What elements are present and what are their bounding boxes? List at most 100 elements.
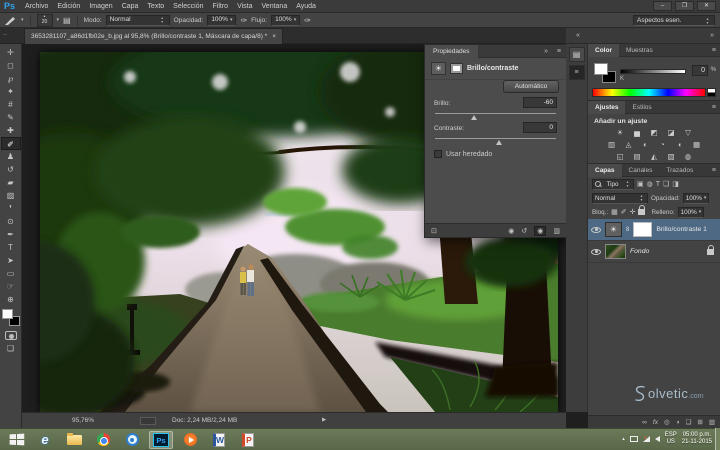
taskbar-file-explorer[interactable] <box>62 431 86 449</box>
new-adjustment-layer-icon[interactable]: ◑ <box>676 419 680 426</box>
tab-color[interactable]: Color <box>588 44 619 57</box>
display-tray-icon[interactable] <box>629 436 638 442</box>
dodge-tool[interactable]: ⊙ <box>1 215 21 228</box>
start-button[interactable] <box>4 431 28 449</box>
brightness-slider[interactable] <box>435 113 556 120</box>
menu-vista[interactable]: Vista <box>237 3 252 10</box>
quick-selection-tool[interactable]: ✦ <box>1 85 21 98</box>
menu-texto[interactable]: Texto <box>147 3 164 10</box>
adjustment-icon-posterize[interactable]: ▤ <box>632 152 643 162</box>
lock-position-icon[interactable]: ✛ <box>630 208 636 216</box>
tab-canales[interactable]: Canales <box>622 164 660 177</box>
adjustment-icon-curves[interactable]: ◩ <box>649 128 660 138</box>
blend-mode-select[interactable]: Normal ▴ ▾ <box>592 192 648 204</box>
filter-smart-objects-icon[interactable]: ◨ <box>672 180 679 188</box>
color-spectrum-ramp[interactable] <box>592 88 706 97</box>
status-options-arrow-icon[interactable]: ▶ <box>322 417 326 423</box>
tab-muestras[interactable]: Muestras <box>619 44 660 57</box>
layer-name[interactable]: Brillo/contraste 1 <box>656 226 707 233</box>
docked-panel-icon-1[interactable]: ▤ <box>568 47 585 62</box>
auto-button[interactable]: Automático <box>503 80 559 93</box>
layer-fill-select[interactable]: 100% ▾ <box>677 206 705 218</box>
crop-tool[interactable]: # <box>1 98 21 111</box>
brush-tool-icon[interactable] <box>4 15 17 26</box>
adjustment-icon-levels[interactable]: ▅ <box>632 128 643 138</box>
panel-menu-icon[interactable]: ≡ <box>712 167 716 174</box>
brush-preset-picker[interactable]: • 20 <box>36 13 53 27</box>
adjustment-icon-brightness-contrast[interactable]: ☀ <box>615 128 626 138</box>
taskbar-internet-explorer[interactable]: e <box>33 431 57 449</box>
adjustment-icon-exposure[interactable]: ◪ <box>666 128 677 138</box>
layer-row-brillo-contraste[interactable]: ☀ 8 Brillo/contraste 1 <box>588 219 720 241</box>
panel-menu-icon[interactable]: ≡ <box>712 104 716 111</box>
adjustment-icon-color-balance[interactable]: ◬ <box>623 140 634 150</box>
menu-seleccion[interactable]: Selección <box>173 3 203 10</box>
status-mini-field[interactable] <box>140 417 156 425</box>
use-legacy-checkbox[interactable] <box>434 150 442 158</box>
layer-filter-select[interactable]: Tipo ▴ ▾ <box>592 178 634 190</box>
volume-tray-icon[interactable] <box>654 436 660 442</box>
reset-adjustment-icon[interactable]: ↺ <box>521 227 527 235</box>
filter-shape-layers-icon[interactable]: ❑ <box>663 180 669 188</box>
layer-style-icon[interactable]: fx <box>653 419 658 426</box>
screen-mode-button[interactable]: ❏ <box>1 342 21 355</box>
clip-to-layer-icon[interactable]: ⊡ <box>431 227 437 235</box>
clone-stamp-tool[interactable]: ♟ <box>1 150 21 163</box>
lock-image-icon[interactable]: ✐ <box>621 208 627 216</box>
toggle-brush-panel-icon[interactable]: ▤ <box>63 16 71 25</box>
contrast-value[interactable]: 0 <box>523 122 557 133</box>
menu-capa[interactable]: Capa <box>122 3 139 10</box>
new-group-icon[interactable]: ❑ <box>686 418 692 426</box>
k-channel-slider[interactable] <box>620 69 686 74</box>
link-layers-icon[interactable]: ∞ <box>642 419 647 426</box>
adjustment-icon-hue-saturation[interactable]: ▥ <box>606 140 617 150</box>
panel-menu-icon[interactable]: ≡ <box>557 48 561 55</box>
airbrush-toggle-icon[interactable]: ✑ <box>304 16 311 25</box>
blur-tool[interactable]: ❜ <box>1 202 21 215</box>
tab-ajustes[interactable]: Ajustes <box>588 101 626 114</box>
hidden-icons-arrow[interactable]: ▴ <box>622 436 625 442</box>
panel-menu-icon[interactable]: ≡ <box>712 47 716 54</box>
layer-opacity-select[interactable]: 100% ▾ <box>682 192 710 204</box>
adjustment-icon-photo-filter[interactable]: ◔ <box>657 140 668 150</box>
toggle-visibility-icon[interactable]: ◉ <box>534 225 547 236</box>
canvas-area[interactable]: Propiedades » ≡ ☀ Brillo/contraste Autom… <box>22 44 566 412</box>
new-layer-icon[interactable]: ⊞ <box>697 418 702 426</box>
lock-all-icon[interactable] <box>638 205 646 215</box>
clock[interactable]: 05:00 p.m. 21-11-2015 <box>682 432 712 446</box>
eyedropper-tool[interactable]: ✎ <box>1 111 21 124</box>
foreground-color-swatch[interactable] <box>1 309 13 319</box>
eraser-tool[interactable]: ▰ <box>1 176 21 189</box>
mask-link-icon[interactable]: 8 <box>626 227 629 233</box>
layer-visibility-icon[interactable] <box>591 226 601 233</box>
layer-name[interactable]: Fondo <box>630 248 649 255</box>
hand-tool[interactable]: ☞ <box>1 280 21 293</box>
add-layer-mask-icon[interactable]: ◎ <box>664 418 670 426</box>
tab-propiedades[interactable]: Propiedades <box>425 45 478 58</box>
gradient-tool[interactable]: ▨ <box>1 189 21 202</box>
tab-estilos[interactable]: Estilos <box>625 101 658 114</box>
show-desktop-button[interactable] <box>715 428 720 450</box>
collapse-dock-icon[interactable]: » <box>710 32 714 39</box>
menu-ventana[interactable]: Ventana <box>262 3 288 10</box>
language-indicator[interactable]: ESP US <box>665 432 677 446</box>
filter-pixel-layers-icon[interactable]: ▣ <box>637 180 644 188</box>
expand-strip-icon[interactable]: « <box>576 32 580 39</box>
restore-button[interactable]: ❐ <box>675 1 694 11</box>
marquee-tool[interactable]: ◻ <box>1 59 21 72</box>
brush-caret-icon[interactable]: ▾ <box>21 17 24 23</box>
spectrum-bw-swatch[interactable] <box>707 88 716 97</box>
brush-preset-caret-icon[interactable]: ▾ <box>57 17 60 23</box>
shape-tool[interactable]: ▭ <box>1 267 21 280</box>
taskbar-media-player[interactable] <box>178 431 202 449</box>
lasso-tool[interactable]: ℘ <box>1 72 21 85</box>
close-button[interactable]: ✕ <box>697 1 716 11</box>
layer-visibility-icon[interactable] <box>591 248 601 255</box>
zoom-level-field[interactable]: 95,76% <box>72 417 94 424</box>
contrast-slider-thumb[interactable] <box>495 140 502 145</box>
adjustment-icon-color-lookup[interactable]: ▦ <box>691 140 702 150</box>
pen-tool[interactable]: ✒ <box>1 228 21 241</box>
brightness-slider-thumb[interactable] <box>471 115 478 120</box>
healing-brush-tool[interactable]: ✚ <box>1 124 21 137</box>
minimize-button[interactable]: – <box>653 1 672 11</box>
